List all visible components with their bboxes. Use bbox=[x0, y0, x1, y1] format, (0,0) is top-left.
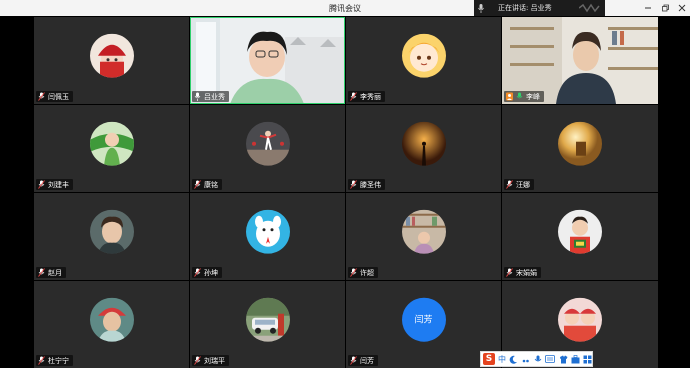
mic-icon bbox=[516, 92, 523, 99]
participant-name: 宋娟娟 bbox=[516, 268, 537, 277]
nameplate: 闫芳 bbox=[348, 355, 378, 366]
participant-name: 李峰 bbox=[526, 92, 540, 101]
participant-tile[interactable]: 许超 bbox=[346, 193, 501, 280]
participant-tile[interactable]: 汪娜 bbox=[502, 105, 658, 192]
participant-tile[interactable]: 闫佩玉 bbox=[34, 17, 189, 104]
participant-tile[interactable]: 康铭 bbox=[190, 105, 345, 192]
mic-muted-icon bbox=[350, 268, 357, 277]
nameplate: 刘瑞平 bbox=[192, 355, 229, 366]
participant-tile-active[interactable]: 吕业秀 bbox=[190, 17, 345, 104]
nameplate: 杜宁宁 bbox=[36, 355, 73, 366]
avatar bbox=[558, 121, 602, 166]
participant-name: 刘瑞平 bbox=[204, 356, 225, 365]
mic-muted-icon bbox=[506, 268, 513, 277]
mic-muted-icon bbox=[350, 180, 357, 189]
participant-grid: 闫佩玉 吕业秀 李秀丽 李峰 刘建丰 康铭 滕圣伟 汪娜 赵月 孙坤 许超 宋娟… bbox=[34, 17, 658, 368]
avatar bbox=[245, 209, 290, 254]
avatar bbox=[89, 297, 134, 342]
avatar bbox=[89, 33, 134, 78]
nameplate: 孙坤 bbox=[192, 267, 222, 278]
participant-tile[interactable]: 李秀丽 bbox=[346, 17, 501, 104]
participant-name: 刘建丰 bbox=[48, 180, 69, 189]
participant-name: 孙坤 bbox=[204, 268, 218, 277]
ime-toolbar[interactable]: S 中 bbox=[480, 351, 593, 367]
nameplate: 李秀丽 bbox=[348, 91, 385, 102]
avatar bbox=[558, 297, 602, 342]
nameplate: 宋娟娟 bbox=[504, 267, 541, 278]
nameplate: 闫佩玉 bbox=[36, 91, 73, 102]
close-icon[interactable] bbox=[677, 4, 686, 13]
participant-tile[interactable]: 闫芳 闫芳 bbox=[346, 281, 501, 368]
minimize-icon[interactable] bbox=[643, 4, 652, 13]
avatar bbox=[89, 121, 134, 166]
nameplate: 许超 bbox=[348, 267, 378, 278]
mic-muted-icon bbox=[194, 268, 201, 277]
grid-icon[interactable] bbox=[583, 354, 592, 364]
audio-wave-icon bbox=[579, 3, 600, 13]
participant-tile[interactable]: 刘瑞平 bbox=[190, 281, 345, 368]
mic-icon bbox=[194, 92, 201, 101]
mic-muted-icon bbox=[350, 92, 357, 101]
mic-muted-icon bbox=[38, 180, 45, 189]
nameplate: 刘建丰 bbox=[36, 179, 73, 190]
speaking-label: 正在讲话: 吕业秀 bbox=[498, 4, 552, 12]
mic-muted-icon bbox=[350, 356, 357, 365]
participant-tile[interactable]: 刘建丰 bbox=[34, 105, 189, 192]
nameplate: 滕圣伟 bbox=[348, 179, 385, 190]
nameplate: 汪娜 bbox=[504, 179, 534, 190]
nameplate: 赵月 bbox=[36, 267, 66, 278]
mic-icon bbox=[474, 0, 488, 16]
avatar bbox=[401, 33, 446, 78]
participant-tile[interactable]: 赵月 bbox=[34, 193, 189, 280]
participant-name: 闫芳 bbox=[360, 356, 374, 365]
moon-icon[interactable] bbox=[509, 354, 518, 364]
participant-tile[interactable]: 孙坤 bbox=[190, 193, 345, 280]
nameplate: 吕业秀 bbox=[192, 91, 229, 102]
title-bar: 腾讯会议 正在讲话: 吕业秀 bbox=[0, 0, 690, 16]
chinese-mode-toggle[interactable]: 中 bbox=[498, 354, 506, 365]
avatar-initials: 闫芳 bbox=[401, 297, 446, 342]
participant-name: 李秀丽 bbox=[360, 92, 381, 101]
toolbox-icon[interactable] bbox=[571, 354, 580, 364]
participant-tile[interactable]: 滕圣伟 bbox=[346, 105, 501, 192]
sogou-icon[interactable]: S bbox=[483, 353, 495, 365]
mic-muted-icon bbox=[194, 180, 201, 189]
participant-name: 吕业秀 bbox=[204, 92, 225, 101]
nameplate: 康铭 bbox=[192, 179, 222, 190]
avatar bbox=[245, 297, 290, 342]
voice-icon[interactable] bbox=[533, 354, 542, 364]
skin-icon[interactable] bbox=[558, 354, 568, 364]
participant-name: 杜宁宁 bbox=[48, 356, 69, 365]
participant-name: 康铭 bbox=[204, 180, 218, 189]
keyboard-icon[interactable] bbox=[545, 354, 556, 364]
participant-tile[interactable]: 杜宁宁 bbox=[34, 281, 189, 368]
participant-name: 滕圣伟 bbox=[360, 180, 381, 189]
participant-tile[interactable]: 宋娟娟 bbox=[502, 193, 658, 280]
mic-muted-icon bbox=[38, 356, 45, 365]
mic-muted-icon bbox=[194, 356, 201, 365]
avatar bbox=[401, 121, 446, 166]
participant-name: 闫佩玉 bbox=[48, 92, 69, 101]
avatar bbox=[89, 209, 134, 254]
speaking-indicator: 正在讲话: 吕业秀 bbox=[474, 0, 605, 16]
mic-muted-icon bbox=[38, 92, 45, 101]
participant-name: 赵月 bbox=[48, 268, 62, 277]
participant-tile[interactable]: 李峰 bbox=[502, 17, 658, 104]
host-icon bbox=[506, 92, 513, 101]
avatar bbox=[245, 121, 290, 166]
participant-name: 许超 bbox=[360, 268, 374, 277]
nameplate: 李峰 bbox=[504, 91, 544, 102]
mic-muted-icon bbox=[506, 180, 513, 189]
participant-name: 汪娜 bbox=[516, 180, 530, 189]
punctuation-icon[interactable] bbox=[521, 354, 530, 364]
restore-icon[interactable] bbox=[660, 4, 669, 13]
mic-muted-icon bbox=[38, 268, 45, 277]
avatar bbox=[401, 209, 446, 254]
avatar bbox=[558, 209, 602, 254]
